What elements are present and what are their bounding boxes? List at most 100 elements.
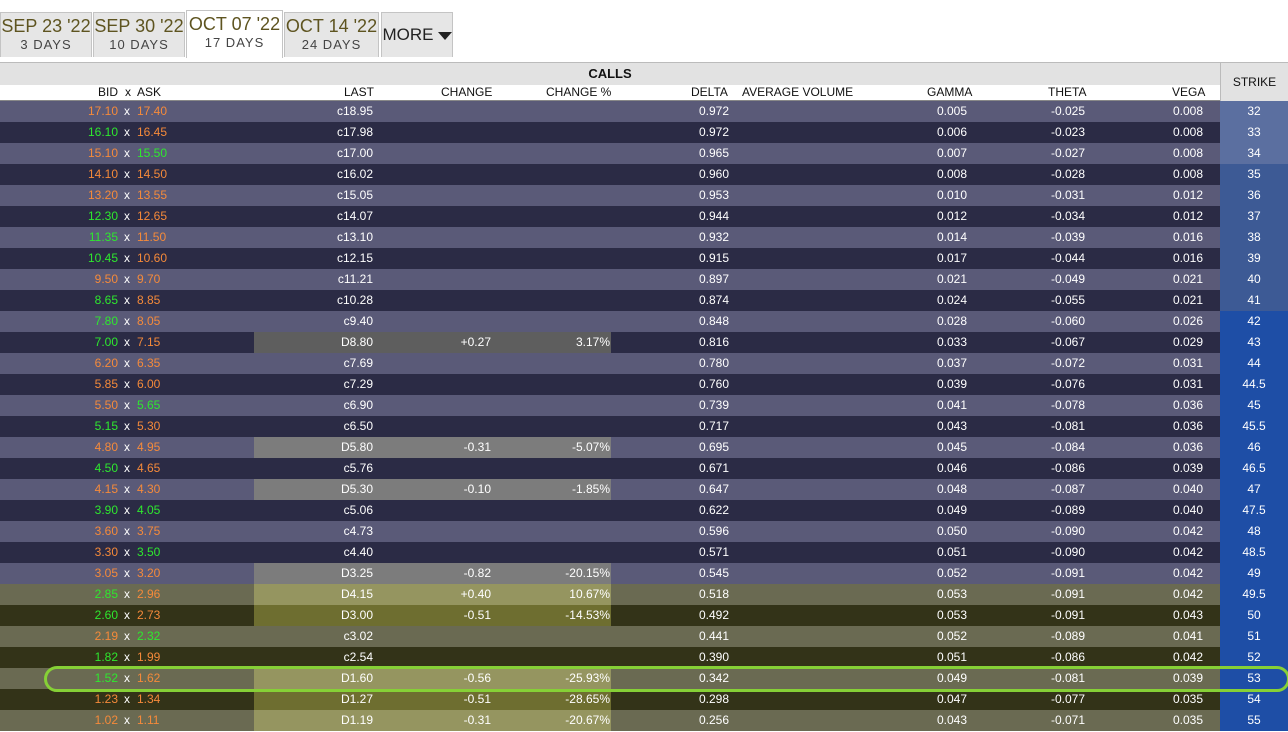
table-row[interactable]: 2.85 x 2.96 D4.15 +0.40 10.67% 0.518 0.053 -0.09… bbox=[0, 584, 1288, 605]
strike-cell[interactable]: 46 bbox=[1220, 437, 1288, 458]
table-row[interactable]: 11.35 x 11.50 c13.10 0.932 0.014 -0.039 0.016 38 bbox=[0, 227, 1288, 248]
delta-header[interactable]: DELTA bbox=[691, 85, 728, 100]
table-row[interactable]: 7.80 x 8.05 c9.40 0.848 0.028 -0.060 0.026 42 bbox=[0, 311, 1288, 332]
tab-sep-30[interactable]: SEP 30 '22 10 DAYS bbox=[93, 12, 185, 57]
table-row[interactable]: 2.19 x 2.32 c3.02 0.441 0.052 -0.089 0.041 51 bbox=[0, 626, 1288, 647]
ask-cell[interactable]: 5.65 bbox=[137, 395, 197, 416]
strike-cell[interactable]: 49.5 bbox=[1220, 584, 1288, 605]
bid-cell[interactable]: 17.10 bbox=[60, 101, 118, 122]
bid-cell[interactable]: 10.45 bbox=[60, 248, 118, 269]
ask-cell[interactable]: 6.00 bbox=[137, 374, 197, 395]
change-header[interactable]: CHANGE bbox=[441, 85, 492, 100]
table-row[interactable]: 1.52 x 1.62 D1.60 -0.56 -25.93% 0.342 0.049 -0.0… bbox=[0, 668, 1288, 689]
table-row[interactable]: 4.50 x 4.65 c5.76 0.671 0.046 -0.086 0.039 46.5 bbox=[0, 458, 1288, 479]
ask-cell[interactable]: 12.65 bbox=[137, 206, 197, 227]
bid-cell[interactable]: 5.85 bbox=[60, 374, 118, 395]
table-row[interactable]: 13.20 x 13.55 c15.05 0.953 0.010 -0.031 0.012 36 bbox=[0, 185, 1288, 206]
table-row[interactable]: 5.85 x 6.00 c7.29 0.760 0.039 -0.076 0.031 44.5 bbox=[0, 374, 1288, 395]
table-row[interactable]: 9.50 x 9.70 c11.21 0.897 0.021 -0.049 0.021 40 bbox=[0, 269, 1288, 290]
vega-header[interactable]: VEGA bbox=[1172, 85, 1205, 100]
ask-cell[interactable]: 3.50 bbox=[137, 542, 197, 563]
change-pct-header[interactable]: CHANGE % bbox=[546, 85, 611, 100]
tab-oct-07[interactable]: OCT 07 '22 17 DAYS bbox=[186, 10, 283, 58]
strike-cell[interactable]: 35 bbox=[1220, 164, 1288, 185]
strike-cell[interactable]: 54 bbox=[1220, 689, 1288, 710]
strike-cell[interactable]: 45.5 bbox=[1220, 416, 1288, 437]
bid-cell[interactable]: 1.52 bbox=[60, 668, 118, 689]
bid-cell[interactable]: 7.00 bbox=[60, 332, 118, 353]
bid-cell[interactable]: 11.35 bbox=[60, 227, 118, 248]
table-row[interactable]: 5.15 x 5.30 c6.50 0.717 0.043 -0.081 0.036 45.5 bbox=[0, 416, 1288, 437]
bid-header[interactable]: BID bbox=[98, 85, 118, 100]
ask-cell[interactable]: 16.45 bbox=[137, 122, 197, 143]
strike-cell[interactable]: 36 bbox=[1220, 185, 1288, 206]
bid-cell[interactable]: 16.10 bbox=[60, 122, 118, 143]
bid-cell[interactable]: 3.60 bbox=[60, 521, 118, 542]
strike-cell[interactable]: 43 bbox=[1220, 332, 1288, 353]
strike-cell[interactable]: 45 bbox=[1220, 395, 1288, 416]
table-row[interactable]: 4.15 x 4.30 D5.30 -0.10 -1.85% 0.647 0.048 -0.08… bbox=[0, 479, 1288, 500]
table-row[interactable]: 8.65 x 8.85 c10.28 0.874 0.024 -0.055 0.021 41 bbox=[0, 290, 1288, 311]
bid-cell[interactable]: 2.60 bbox=[60, 605, 118, 626]
strike-cell[interactable]: 53 bbox=[1220, 668, 1288, 689]
ask-cell[interactable]: 3.75 bbox=[137, 521, 197, 542]
table-row[interactable]: 5.50 x 5.65 c6.90 0.739 0.041 -0.078 0.036 45 bbox=[0, 395, 1288, 416]
strike-cell[interactable]: 48 bbox=[1220, 521, 1288, 542]
ask-cell[interactable]: 4.95 bbox=[137, 437, 197, 458]
strike-cell[interactable]: 33 bbox=[1220, 122, 1288, 143]
ask-cell[interactable]: 3.20 bbox=[137, 563, 197, 584]
strike-cell[interactable]: 52 bbox=[1220, 647, 1288, 668]
table-row[interactable]: 1.82 x 1.99 c2.54 0.390 0.051 -0.086 0.042 52 bbox=[0, 647, 1288, 668]
last-header[interactable]: LAST bbox=[344, 85, 374, 100]
table-row[interactable]: 3.30 x 3.50 c4.40 0.571 0.051 -0.090 0.042 48.5 bbox=[0, 542, 1288, 563]
table-row[interactable]: 4.80 x 4.95 D5.80 -0.31 -5.07% 0.695 0.045 -0.08… bbox=[0, 437, 1288, 458]
strike-cell[interactable]: 40 bbox=[1220, 269, 1288, 290]
strike-cell[interactable]: 44.5 bbox=[1220, 374, 1288, 395]
ask-cell[interactable]: 14.50 bbox=[137, 164, 197, 185]
ask-cell[interactable]: 10.60 bbox=[137, 248, 197, 269]
table-row[interactable]: 12.30 x 12.65 c14.07 0.944 0.012 -0.034 0.012 37 bbox=[0, 206, 1288, 227]
strike-cell[interactable]: 37 bbox=[1220, 206, 1288, 227]
strike-cell[interactable]: 46.5 bbox=[1220, 458, 1288, 479]
ask-cell[interactable]: 13.55 bbox=[137, 185, 197, 206]
bid-cell[interactable]: 7.80 bbox=[60, 311, 118, 332]
bid-cell[interactable]: 4.80 bbox=[60, 437, 118, 458]
ask-cell[interactable]: 17.40 bbox=[137, 101, 197, 122]
ask-cell[interactable]: 2.96 bbox=[137, 584, 197, 605]
bid-cell[interactable]: 1.02 bbox=[60, 710, 118, 731]
ask-cell[interactable]: 1.11 bbox=[137, 710, 197, 731]
ask-cell[interactable]: 1.34 bbox=[137, 689, 197, 710]
table-row[interactable]: 6.20 x 6.35 c7.69 0.780 0.037 -0.072 0.031 44 bbox=[0, 353, 1288, 374]
table-row[interactable]: 14.10 x 14.50 c16.02 0.960 0.008 -0.028 0.008 35 bbox=[0, 164, 1288, 185]
table-row[interactable]: 1.02 x 1.11 D1.19 -0.31 -20.67% 0.256 0.043 -0.0… bbox=[0, 710, 1288, 731]
table-row[interactable]: 2.60 x 2.73 D3.00 -0.51 -14.53% 0.492 0.053 -0.0… bbox=[0, 605, 1288, 626]
bid-cell[interactable]: 1.23 bbox=[60, 689, 118, 710]
ask-cell[interactable]: 5.30 bbox=[137, 416, 197, 437]
ask-cell[interactable]: 8.05 bbox=[137, 311, 197, 332]
bid-cell[interactable]: 9.50 bbox=[60, 269, 118, 290]
theta-header[interactable]: THETA bbox=[1048, 85, 1086, 100]
bid-cell[interactable]: 3.90 bbox=[60, 500, 118, 521]
ask-cell[interactable]: 8.85 bbox=[137, 290, 197, 311]
strike-cell[interactable]: 32 bbox=[1220, 101, 1288, 122]
table-row[interactable]: 1.23 x 1.34 D1.27 -0.51 -28.65% 0.298 0.047 -0.0… bbox=[0, 689, 1288, 710]
table-row[interactable]: 17.10 x 17.40 c18.95 0.972 0.005 -0.025 0.008 32 bbox=[0, 101, 1288, 122]
ask-cell[interactable]: 2.73 bbox=[137, 605, 197, 626]
strike-cell[interactable]: 39 bbox=[1220, 248, 1288, 269]
strike-cell[interactable]: 51 bbox=[1220, 626, 1288, 647]
bid-cell[interactable]: 3.30 bbox=[60, 542, 118, 563]
bid-cell[interactable]: 5.50 bbox=[60, 395, 118, 416]
table-row[interactable]: 7.00 x 7.15 D8.80 +0.27 3.17% 0.816 0.033 -0.067… bbox=[0, 332, 1288, 353]
strike-cell[interactable]: 38 bbox=[1220, 227, 1288, 248]
bid-cell[interactable]: 1.82 bbox=[60, 647, 118, 668]
strike-cell[interactable]: 47 bbox=[1220, 479, 1288, 500]
more-dropdown[interactable]: MORE bbox=[381, 12, 453, 57]
ask-cell[interactable]: 4.65 bbox=[137, 458, 197, 479]
ask-cell[interactable]: 1.62 bbox=[137, 668, 197, 689]
strike-cell[interactable]: 42 bbox=[1220, 311, 1288, 332]
tab-sep-23[interactable]: SEP 23 '22 3 DAYS bbox=[0, 12, 92, 57]
strike-cell[interactable]: 48.5 bbox=[1220, 542, 1288, 563]
ask-cell[interactable]: 9.70 bbox=[137, 269, 197, 290]
strike-cell[interactable]: 55 bbox=[1220, 710, 1288, 731]
bid-cell[interactable]: 2.85 bbox=[60, 584, 118, 605]
